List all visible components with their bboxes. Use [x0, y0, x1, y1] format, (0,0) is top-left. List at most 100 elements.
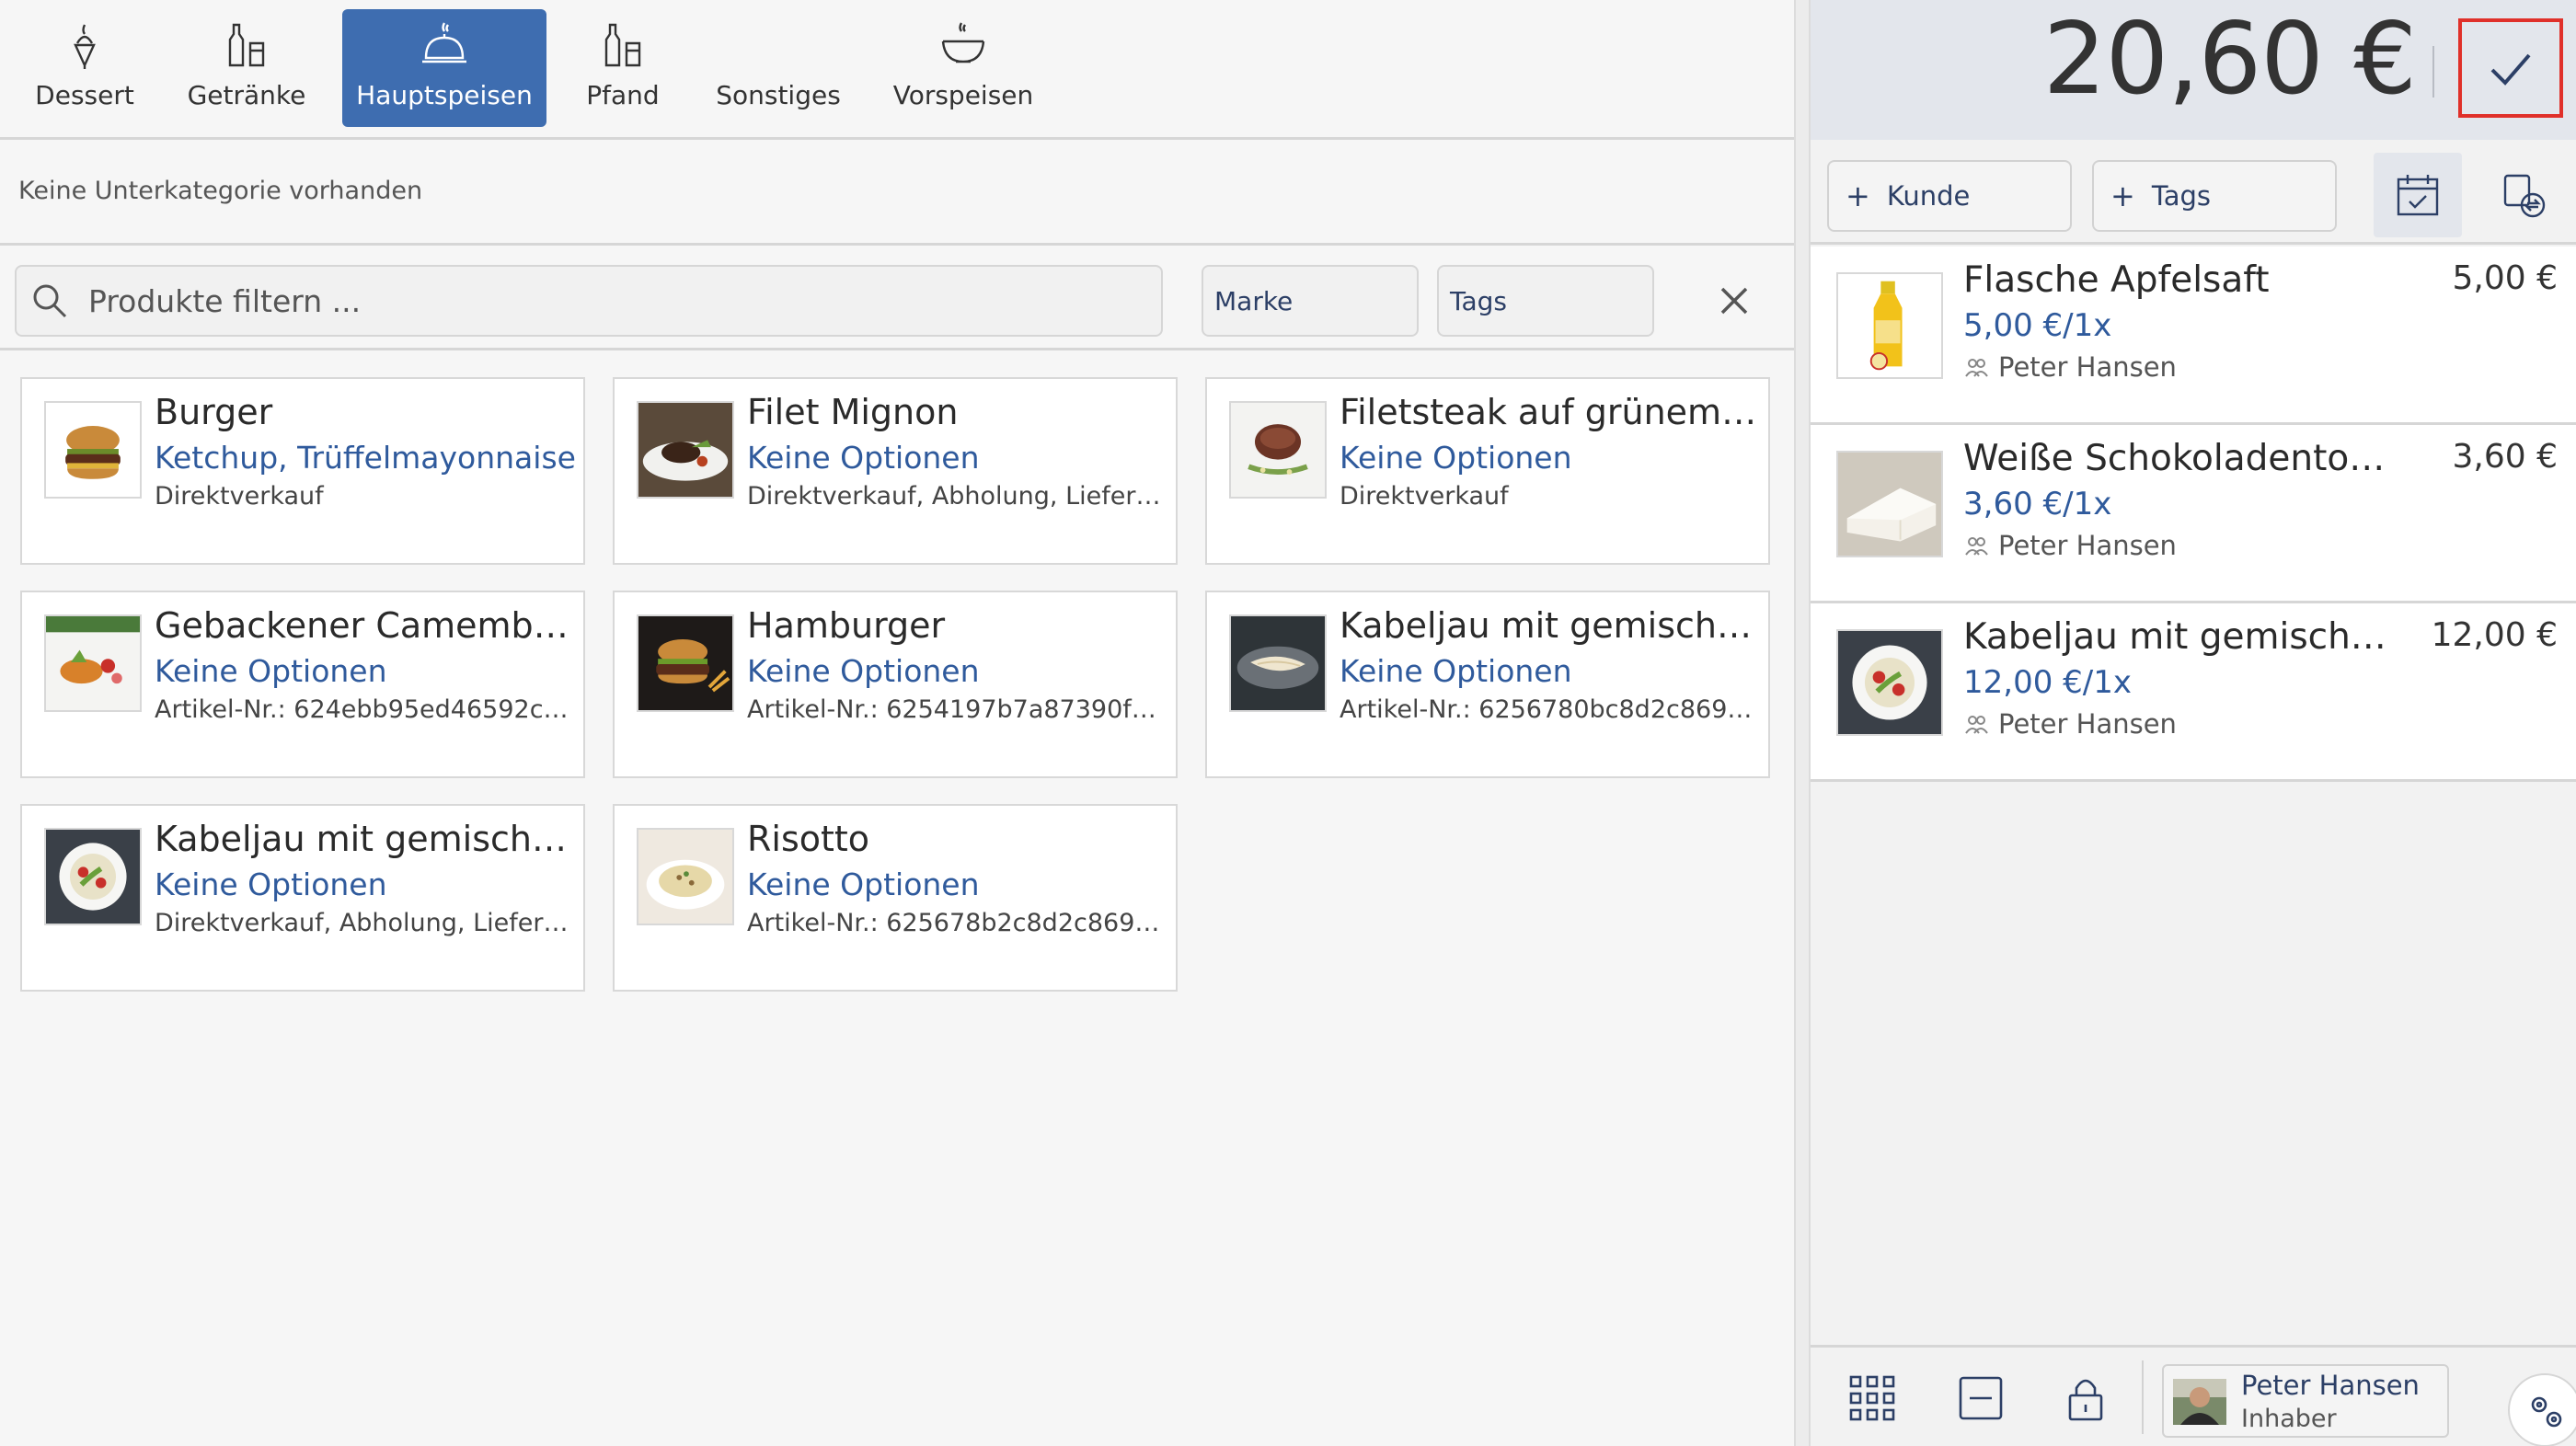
confirm-button[interactable]: [2458, 18, 2563, 118]
staff-name: Peter Hansen: [1998, 708, 2177, 740]
add-tags-button[interactable]: + Tags: [2092, 160, 2337, 232]
hamburger-image: [637, 614, 734, 712]
product-meta: Artikel-Nr.: 6256780bc8d2c86988...: [1340, 695, 1763, 724]
user-name: Peter Hansen: [2241, 1370, 2420, 1401]
minimize-button[interactable]: [1956, 1373, 2006, 1423]
add-customer-button[interactable]: + Kunde: [1827, 160, 2072, 232]
product-options: Keine Optionen: [747, 653, 980, 689]
divider: [0, 348, 1794, 350]
plus-icon: +: [2110, 178, 2135, 213]
cart-item-staff: Peter Hansen: [1963, 530, 2177, 561]
tab-hauptspeisen[interactable]: Hauptspeisen: [342, 9, 546, 127]
product-card[interactable]: Gebackener Camembert Keine Optionen Arti…: [20, 591, 585, 778]
settings-corner-button[interactable]: [2508, 1373, 2576, 1446]
cart-item-price: 3,60 €: [2452, 438, 2558, 476]
tab-dessert[interactable]: Dessert: [18, 9, 151, 127]
subcategory-text: Keine Unterkategorie vorhanden: [18, 177, 423, 205]
apple-juice-image: [1836, 272, 1943, 379]
cart-item-price: 12,00 €: [2431, 616, 2558, 654]
total-bar: 20,60 €: [1811, 0, 2576, 140]
add-tags-label: Tags: [2151, 180, 2212, 212]
product-card[interactable]: Kabeljau mit gemischte... Keine Optionen…: [1205, 591, 1770, 778]
divider: [2142, 1360, 2144, 1434]
product-card[interactable]: Risotto Keine Optionen Artikel-Nr.: 6256…: [613, 804, 1178, 992]
tab-label: Getränke: [187, 80, 306, 110]
brand-filter-button[interactable]: Marke: [1202, 265, 1419, 337]
product-pane: Dessert Getränke Hauptspeisen Pfand Sons…: [0, 0, 1794, 1446]
product-card[interactable]: Burger Ketchup, Trüffelmayonnaise Direkt…: [20, 377, 585, 565]
product-options: Ketchup, Trüffelmayonnaise: [155, 440, 576, 476]
cloche-icon: [422, 22, 466, 63]
divider: [0, 243, 1794, 246]
product-meta: Direktverkauf, Abholung, Lieferung: [747, 482, 1170, 511]
tab-getraenke[interactable]: Getränke: [180, 9, 313, 127]
order-actions: + Kunde + Tags: [1811, 140, 2576, 245]
user-switch-button[interactable]: Peter Hansen Inhaber: [2162, 1364, 2449, 1438]
lock-icon: [2068, 1379, 2103, 1421]
cart-item[interactable]: Kabeljau mit gemischtem... 12,00 € 12,00…: [1811, 603, 2576, 782]
users-icon: [1965, 359, 1988, 377]
ice-cream-icon: [74, 24, 96, 69]
product-options: Keine Optionen: [747, 440, 980, 476]
cart-item-unit-price: 5,00 €/1x: [1963, 307, 2112, 344]
bowl-icon: [941, 22, 985, 63]
search-icon: [33, 284, 67, 318]
tab-pfand[interactable]: Pfand: [561, 9, 684, 127]
product-options: Keine Optionen: [1340, 440, 1572, 476]
document-exchange-icon: [2503, 174, 2546, 218]
product-meta: Artikel-Nr.: 625678b2c8d2c86988...: [747, 909, 1170, 937]
cart-item-name: Weiße Schokoladentorte: [1963, 438, 2386, 479]
cart-item-staff: Peter Hansen: [1963, 351, 2177, 383]
product-card[interactable]: Kabeljau mit gemischte... Keine Optionen…: [20, 804, 585, 992]
search-box[interactable]: [15, 265, 1163, 337]
cod-salad-image: [1836, 629, 1943, 736]
bottles-icon: [604, 23, 641, 67]
users-icon: [1965, 716, 1988, 734]
grid-menu-button[interactable]: [1847, 1373, 1897, 1423]
product-name: Hamburger: [747, 605, 946, 646]
product-card[interactable]: Hamburger Keine Optionen Artikel-Nr.: 62…: [613, 591, 1178, 778]
burger-image: [44, 401, 142, 499]
tab-sonstiges[interactable]: Sonstiges: [705, 9, 852, 127]
tab-label: Sonstiges: [716, 80, 841, 110]
cart-item-name: Flasche Apfelsaft: [1963, 259, 2270, 301]
tab-label: Dessert: [35, 80, 134, 110]
tags-filter-button[interactable]: Tags: [1437, 265, 1654, 337]
category-bar: Dessert Getränke Hauptspeisen Pfand Sons…: [0, 0, 1794, 140]
order-pane: 20,60 € + Kunde + Tags Flasche Apfelsaft…: [1811, 0, 2576, 1446]
clear-filter-button[interactable]: [1711, 278, 1757, 324]
schedule-button[interactable]: [2374, 153, 2462, 237]
pane-divider[interactable]: [1794, 0, 1811, 1446]
bottom-toolbar: Peter Hansen Inhaber: [1811, 1345, 2576, 1446]
user-role: Inhaber: [2241, 1405, 2337, 1433]
cart-item[interactable]: Flasche Apfelsaft 5,00 € 5,00 €/1x Peter…: [1811, 247, 2576, 425]
product-meta: Direktverkauf: [155, 482, 324, 511]
product-options: Keine Optionen: [155, 653, 387, 689]
cart-item-unit-price: 12,00 €/1x: [1963, 664, 2132, 701]
product-meta: Artikel-Nr.: 6254197b7a87390f37...: [747, 695, 1170, 724]
product-name: Kabeljau mit gemischte...: [1340, 605, 1763, 646]
tab-label: Pfand: [586, 80, 660, 110]
camembert-image: [44, 614, 142, 712]
add-customer-label: Kunde: [1886, 180, 1971, 212]
currency-swap-button[interactable]: [2488, 153, 2561, 237]
product-name: Risotto: [747, 819, 870, 859]
product-meta: Direktverkauf, Abholung, Lieferung: [155, 909, 578, 937]
product-card[interactable]: Filetsteak auf grünem Sp... Keine Option…: [1205, 377, 1770, 565]
staff-name: Peter Hansen: [1998, 351, 2177, 383]
tab-vorspeisen[interactable]: Vorspeisen: [883, 9, 1043, 127]
cart-item-price: 5,00 €: [2452, 259, 2558, 297]
cart-item[interactable]: Weiße Schokoladentorte 3,60 € 3,60 €/1x …: [1811, 425, 2576, 603]
cake-image: [1836, 451, 1943, 557]
product-card[interactable]: Filet Mignon Keine Optionen Direktverkau…: [613, 377, 1178, 565]
filetsteak-image: [1229, 401, 1327, 499]
divider: [2432, 46, 2434, 98]
lock-button[interactable]: [2061, 1373, 2110, 1423]
product-options: Keine Optionen: [747, 866, 980, 902]
grid-icon: [1849, 1375, 1895, 1421]
checkmark-icon: [2490, 53, 2531, 86]
search-input[interactable]: [88, 282, 1100, 319]
cod-salad-image: [44, 828, 142, 925]
tab-label: Hauptspeisen: [356, 80, 533, 110]
tab-label: Vorspeisen: [892, 80, 1034, 110]
